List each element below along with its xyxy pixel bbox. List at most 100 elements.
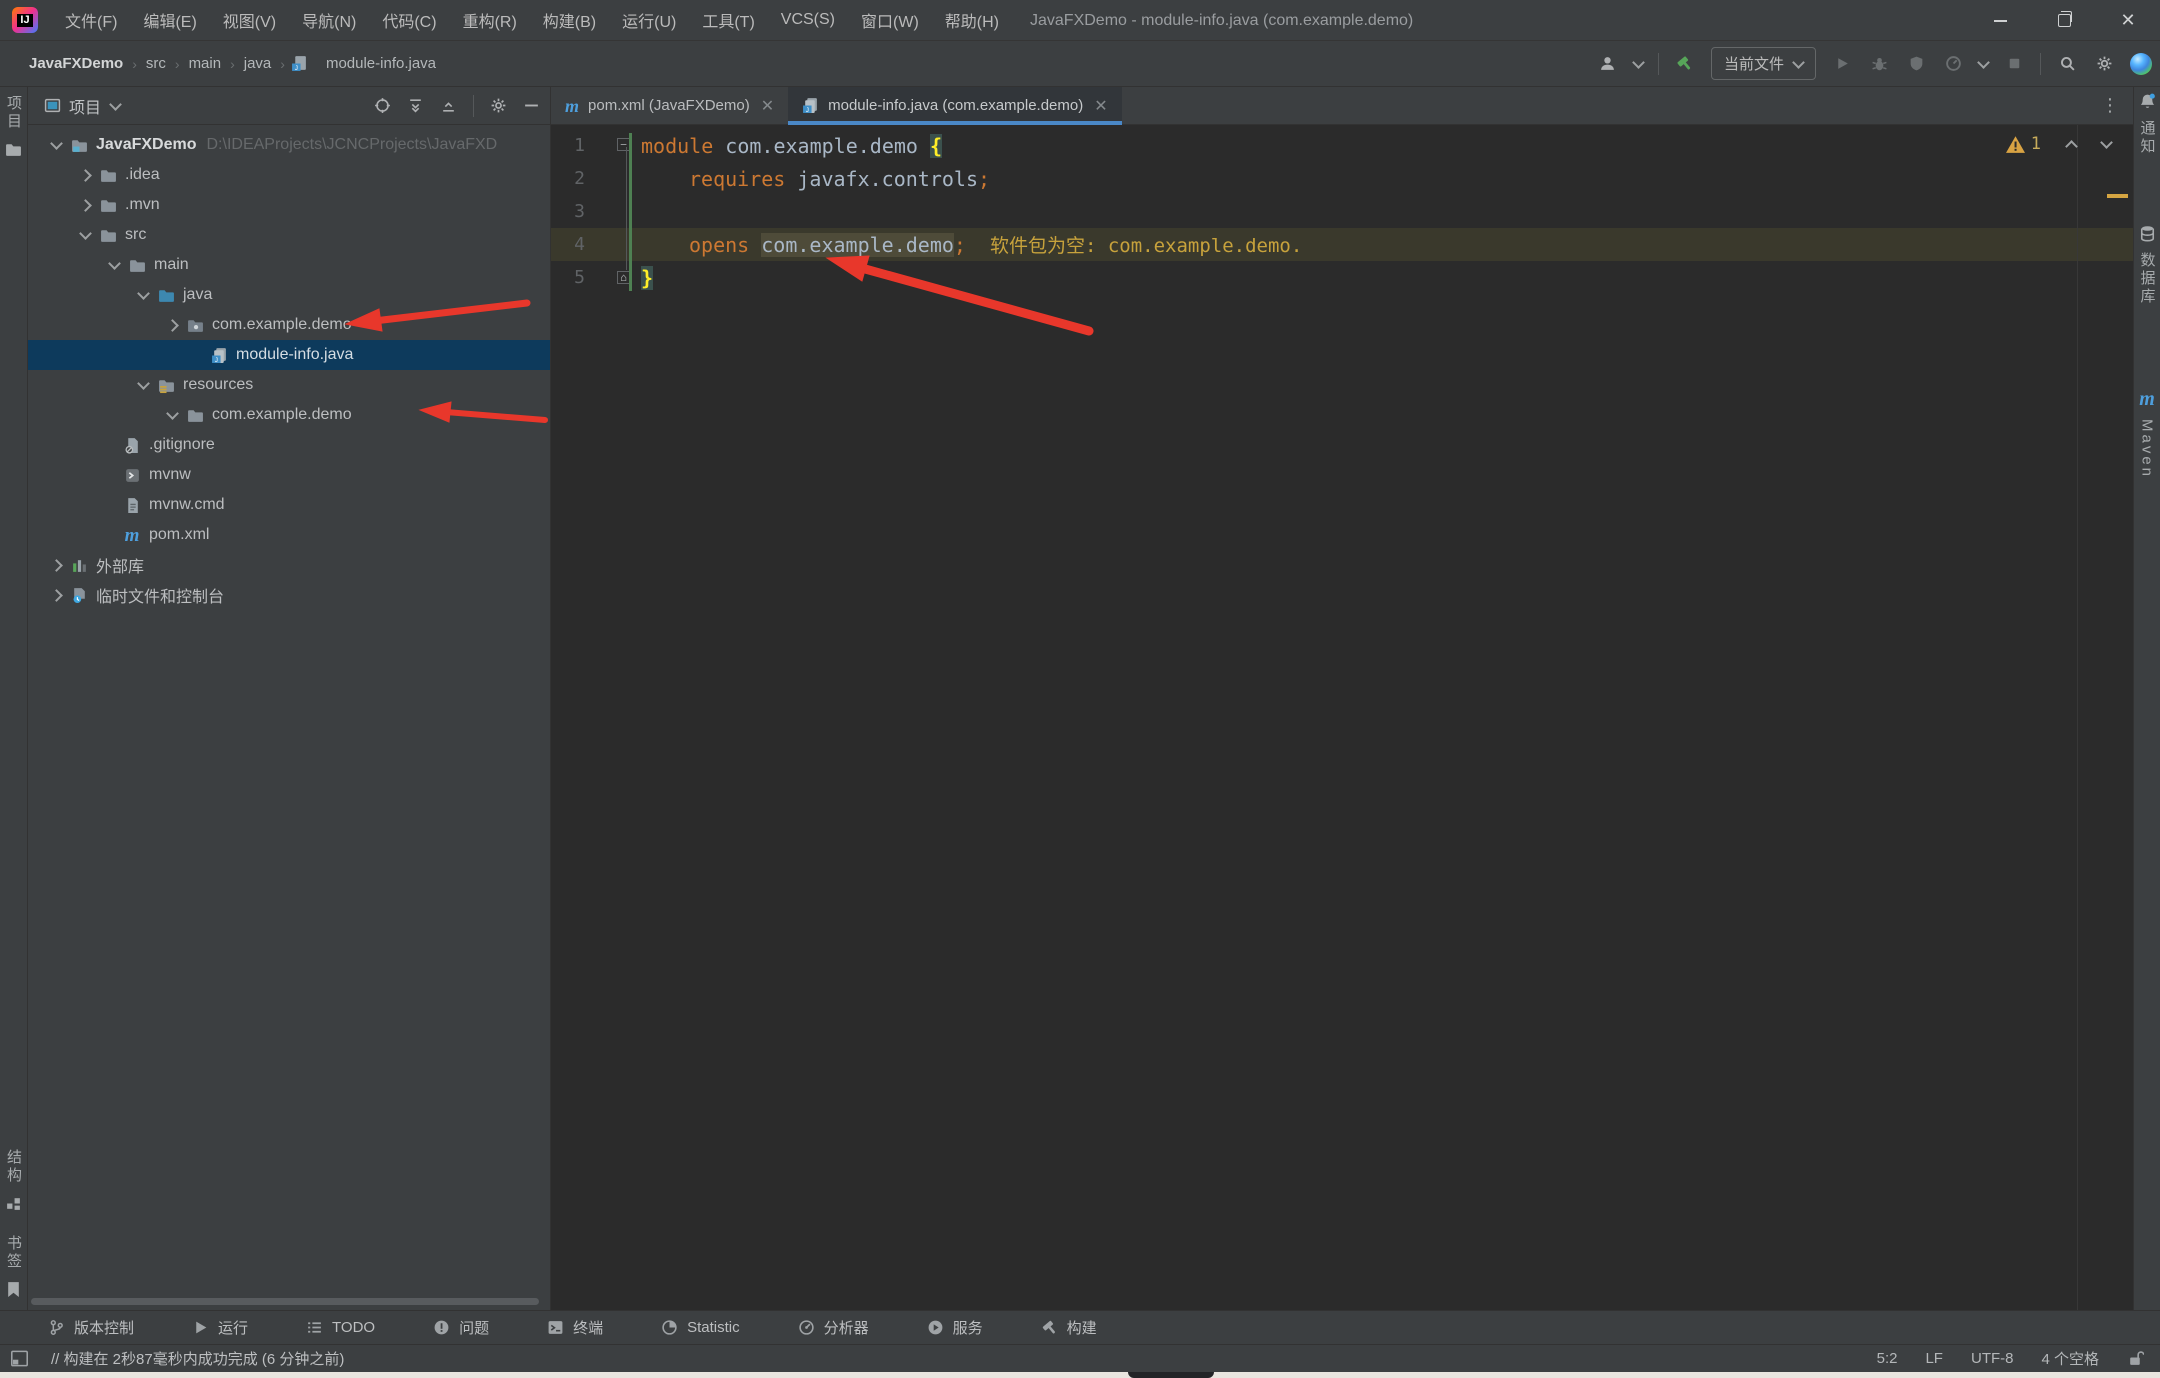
code-with-me-sphere-icon[interactable] xyxy=(2130,53,2152,75)
next-problem-icon[interactable] xyxy=(2100,136,2113,149)
locate-file-icon[interactable] xyxy=(374,97,391,114)
profiler-dropdown-icon[interactable] xyxy=(1977,56,1990,69)
chevron-down-icon[interactable] xyxy=(50,137,63,150)
profiler-button[interactable] xyxy=(1942,53,1964,75)
indent-setting[interactable]: 4 个空格 xyxy=(2041,1348,2099,1369)
chevron-right-icon[interactable] xyxy=(166,319,179,332)
menu-tools[interactable]: 工具(T) xyxy=(689,0,767,41)
tree-row-mvnw[interactable]: mvnw xyxy=(28,460,550,490)
stripe-database-button[interactable]: 数据库 xyxy=(2134,225,2160,306)
restore-button[interactable] xyxy=(2032,0,2096,41)
menu-run[interactable]: 运行(U) xyxy=(609,0,689,41)
user-dropdown-icon[interactable] xyxy=(1632,56,1645,69)
warning-stripe-mark[interactable] xyxy=(2107,194,2128,198)
toolwindow-problems[interactable]: 问题 xyxy=(433,1317,489,1338)
tree-row-external-libraries[interactable]: 外部库 xyxy=(28,550,550,580)
coverage-button[interactable] xyxy=(1905,53,1927,75)
tree-row-package-com-example-demo[interactable]: com.example.demo xyxy=(28,310,550,340)
menu-file[interactable]: 文件(F) xyxy=(52,0,130,41)
tab-module-info-java[interactable]: J module-info.java (com.example.demo) ✕ xyxy=(788,87,1122,124)
settings-gear-icon[interactable] xyxy=(2093,53,2115,75)
stripe-structure-button[interactable]: 结构 xyxy=(0,1149,27,1212)
stripe-project-button[interactable]: 项目 xyxy=(0,95,27,158)
toolwindow-profiler[interactable]: 分析器 xyxy=(798,1317,869,1338)
caret-position[interactable]: 5:2 xyxy=(1877,1350,1898,1367)
stripe-notifications-button[interactable]: 通知 xyxy=(2134,93,2160,156)
tree-row-java[interactable]: java xyxy=(28,280,550,310)
user-account-icon[interactable] xyxy=(1597,53,1619,75)
tree-row-gitignore[interactable]: .gitignore xyxy=(28,430,550,460)
menu-code[interactable]: 代码(C) xyxy=(369,0,449,41)
tree-row-mvn[interactable]: .mvn xyxy=(28,190,550,220)
menu-view[interactable]: 视图(V) xyxy=(210,0,289,41)
breadcrumb-java[interactable]: java xyxy=(239,55,277,72)
tree-row-mvnw-cmd[interactable]: mvnw.cmd xyxy=(28,490,550,520)
menu-build[interactable]: 构建(B) xyxy=(530,0,609,41)
tab-pom-xml[interactable]: pom.xml (JavaFXDemo) ✕ xyxy=(551,87,788,124)
menu-window[interactable]: 窗口(W) xyxy=(848,0,932,41)
toolwindow-todo[interactable]: TODO xyxy=(306,1319,375,1336)
debug-button[interactable] xyxy=(1868,53,1890,75)
file-encoding[interactable]: UTF-8 xyxy=(1971,1350,2014,1367)
stripe-bookmarks-button[interactable]: 书签 xyxy=(0,1235,27,1298)
toolwindow-run[interactable]: 运行 xyxy=(192,1317,248,1338)
close-button[interactable]: ✕ xyxy=(2096,0,2160,41)
toolwindow-statistic[interactable]: Statistic xyxy=(661,1319,740,1336)
tree-row-idea[interactable]: .idea xyxy=(28,160,550,190)
chevron-down-icon[interactable] xyxy=(137,377,150,390)
project-view-selector[interactable]: 项目 xyxy=(69,94,101,118)
chevron-right-icon[interactable] xyxy=(50,589,63,602)
close-icon[interactable]: ✕ xyxy=(761,96,774,116)
menu-refactor[interactable]: 重构(R) xyxy=(450,0,530,41)
horizontal-scrollbar[interactable] xyxy=(31,1298,539,1305)
toolwindow-layout-icon[interactable] xyxy=(10,1349,29,1368)
run-configuration-select[interactable]: 当前文件 xyxy=(1711,47,1816,80)
tab-options-kebab-icon[interactable]: ⋮ xyxy=(2101,95,2119,116)
chevron-down-icon[interactable] xyxy=(137,287,150,300)
search-everywhere-icon[interactable] xyxy=(2056,53,2078,75)
build-hammer-icon[interactable] xyxy=(1674,53,1696,75)
build-status-message[interactable]: // 构建在 2秒87毫秒内成功完成 (6 分钟之前) xyxy=(51,1348,344,1369)
run-button[interactable] xyxy=(1831,53,1853,75)
breadcrumb-main[interactable]: main xyxy=(184,55,227,72)
project-view-dropdown-icon[interactable] xyxy=(109,98,122,111)
chevron-right-icon[interactable] xyxy=(79,169,92,182)
menu-navigate[interactable]: 导航(N) xyxy=(289,0,369,41)
breadcrumb-file[interactable]: module-info.java xyxy=(321,55,441,72)
tree-row-project-root[interactable]: JavaFXDemo D:\IDEAProjects\JCNCProjects\… xyxy=(28,130,550,160)
chevron-right-icon[interactable] xyxy=(79,199,92,212)
chevron-right-icon[interactable] xyxy=(50,559,63,572)
collapse-all-icon[interactable] xyxy=(440,97,457,114)
breadcrumb-project[interactable]: JavaFXDemo xyxy=(24,55,128,72)
toolwindow-terminal[interactable]: 终端 xyxy=(547,1317,603,1338)
breadcrumb-src[interactable]: src xyxy=(141,55,171,72)
line-separator[interactable]: LF xyxy=(1925,1350,1943,1367)
stripe-maven-button[interactable]: Maven xyxy=(2134,389,2160,479)
menu-vcs[interactable]: VCS(S) xyxy=(768,0,848,41)
toolwindow-services[interactable]: 服务 xyxy=(927,1317,983,1338)
toolwindow-build[interactable]: 构建 xyxy=(1041,1317,1097,1338)
close-icon[interactable]: ✕ xyxy=(1094,96,1107,116)
minimize-button[interactable] xyxy=(1968,0,2032,41)
code-editor[interactable]: 1 − module com.example.demo { 2 requires… xyxy=(551,125,2133,1310)
expand-all-icon[interactable] xyxy=(407,97,424,114)
unlocked-padlock-icon[interactable] xyxy=(2127,1350,2144,1367)
tree-row-main[interactable]: main xyxy=(28,250,550,280)
chevron-down-icon[interactable] xyxy=(79,227,92,240)
tree-row-resources[interactable]: resources xyxy=(28,370,550,400)
tree-row-src[interactable]: src xyxy=(28,220,550,250)
tree-row-scratches-and-consoles[interactable]: 临时文件和控制台 xyxy=(28,580,550,610)
tree-row-module-info-java[interactable]: J module-info.java xyxy=(28,340,550,370)
menu-edit[interactable]: 编辑(E) xyxy=(130,0,209,41)
tree-row-resources-com-example-demo[interactable]: com.example.demo xyxy=(28,400,550,430)
previous-problem-icon[interactable] xyxy=(2065,140,2078,153)
toolwindow-version-control[interactable]: 版本控制 xyxy=(48,1317,134,1338)
tree-row-pom-xml[interactable]: pom.xml xyxy=(28,520,550,550)
hide-panel-icon[interactable] xyxy=(523,97,540,114)
chevron-down-icon[interactable] xyxy=(108,257,121,270)
chevron-down-icon[interactable] xyxy=(166,407,179,420)
stop-button[interactable] xyxy=(2003,53,2025,75)
project-settings-gear-icon[interactable] xyxy=(490,97,507,114)
menu-help[interactable]: 帮助(H) xyxy=(932,0,1012,41)
warnings-indicator[interactable]: 1 xyxy=(2006,134,2041,154)
